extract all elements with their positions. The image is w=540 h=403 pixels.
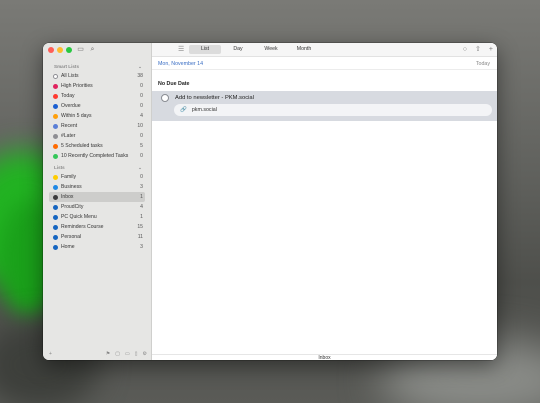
- sidebar-item-all-lists[interactable]: All Lists 38: [49, 71, 145, 81]
- chevron-down-icon[interactable]: ⌄: [138, 165, 142, 171]
- gear-icon[interactable]: ⚙: [143, 351, 147, 357]
- sidebar-toggle-icon[interactable]: ▭: [76, 45, 85, 54]
- task-url[interactable]: pkm.social: [192, 107, 217, 113]
- view-tabs: List Day Week Month: [189, 45, 321, 54]
- window-controls: [48, 47, 72, 53]
- sidebar-item-home[interactable]: Home 3: [49, 242, 145, 252]
- minimize-button[interactable]: [57, 47, 63, 53]
- calendar-icon: [53, 113, 58, 119]
- filter-icon[interactable]: ⚑: [106, 351, 110, 357]
- sidebar-item-proudcity[interactable]: ProudCity 4: [49, 202, 145, 212]
- list-color-icon: [53, 174, 58, 180]
- tab-month[interactable]: Month: [288, 45, 320, 54]
- list-color-icon: [53, 234, 58, 240]
- sidebar-item-recent[interactable]: Recent 10: [49, 121, 145, 131]
- lists-header[interactable]: Lists ⌄: [54, 165, 142, 171]
- calendar-icon: [53, 93, 58, 99]
- status-bar: Inbox: [152, 354, 497, 360]
- sidebar-item-later[interactable]: #Later 0: [49, 131, 145, 141]
- sidebar-item-overdue[interactable]: Overdue 0: [49, 101, 145, 111]
- today-button[interactable]: Today: [476, 61, 490, 67]
- sidebar-item-today[interactable]: Today 0: [49, 91, 145, 101]
- toolbar: ☰ List Day Week Month ○ ⇧ +: [152, 43, 497, 57]
- sidebar-footer: + ⚑ ▢ ▭ ▯ ⚙: [49, 351, 147, 357]
- inbox-icon: [53, 194, 58, 200]
- current-date: Mon, November 14: [158, 61, 204, 67]
- zoom-button[interactable]: [66, 47, 72, 53]
- share-icon[interactable]: ⇧: [475, 45, 481, 54]
- sidebar-item-scheduled-tasks[interactable]: 5 Scheduled tasks 5: [49, 141, 145, 151]
- tab-day[interactable]: Day: [222, 45, 254, 54]
- section-title: No Due Date: [158, 81, 190, 87]
- sidebar-item-business[interactable]: Business 3: [49, 182, 145, 192]
- task-url-field[interactable]: 🔗 pkm.social: [174, 104, 492, 116]
- list-color-icon: [53, 184, 58, 190]
- link-icon: 🔗: [180, 107, 187, 113]
- tab-list[interactable]: List: [189, 45, 221, 54]
- schedule-icon: [53, 143, 58, 149]
- sidebar-item-pc-quick-menu[interactable]: PC Quick Menu 1: [49, 212, 145, 222]
- list-color-icon: [53, 214, 58, 220]
- search-icon[interactable]: ⌕: [88, 45, 97, 54]
- layout-icon[interactable]: ▯: [135, 351, 138, 357]
- footer-toolbar: ⚑ ▢ ▭ ▯ ⚙: [106, 351, 147, 357]
- calendar-icon[interactable]: ▢: [115, 351, 120, 357]
- menu-icon[interactable]: ☰: [178, 45, 184, 53]
- sidebar: ▭ ⌕ Smart Lists ⌄ All Lists 38 High Priori…: [43, 43, 152, 360]
- task-title[interactable]: Add to newsletter - PKM.social: [175, 95, 254, 101]
- checkmark-icon: [53, 153, 58, 159]
- archive-icon[interactable]: ▭: [125, 351, 130, 357]
- add-list-button[interactable]: +: [49, 351, 52, 357]
- history-icon: [53, 123, 58, 129]
- checkmark-icon: [53, 73, 58, 79]
- sidebar-item-personal[interactable]: Personal 11: [49, 232, 145, 242]
- sidebar-item-within-5-days[interactable]: Within 5 days 4: [49, 111, 145, 121]
- sidebar-item-family[interactable]: Family 0: [49, 172, 145, 182]
- sidebar-item-inbox[interactable]: Inbox 1: [49, 192, 145, 202]
- clock-icon: [53, 103, 58, 109]
- toolbar-actions: ○ ⇧ +: [463, 45, 493, 54]
- sidebar-item-reminders-course[interactable]: Reminders Course 15: [49, 222, 145, 232]
- date-bar: Mon, November 14 Today: [152, 57, 497, 70]
- sidebar-item-high-priorities[interactable]: High Priorities 0: [49, 81, 145, 91]
- circle-icon[interactable]: ○: [463, 45, 467, 54]
- tag-icon: [53, 133, 58, 139]
- chevron-down-icon[interactable]: ⌄: [138, 64, 142, 70]
- smart-lists-header[interactable]: Smart Lists ⌄: [54, 64, 142, 70]
- task-checkbox[interactable]: [161, 94, 169, 102]
- add-icon[interactable]: +: [489, 45, 493, 54]
- task-row[interactable]: Add to newsletter - PKM.social 🔗 pkm.soc…: [152, 91, 497, 121]
- main-pane: ☰ List Day Week Month ○ ⇧ + Mon, Novembe…: [152, 43, 497, 360]
- sidebar-item-recently-completed[interactable]: 10 Recently Completed Tasks 0: [49, 151, 145, 161]
- priority-icon: [53, 83, 58, 89]
- app-window: ▭ ⌕ Smart Lists ⌄ All Lists 38 High Priori…: [43, 43, 497, 360]
- list-color-icon: [53, 244, 58, 250]
- list-color-icon: [53, 224, 58, 230]
- list-color-icon: [53, 204, 58, 210]
- tab-week[interactable]: Week: [255, 45, 287, 54]
- close-button[interactable]: [48, 47, 54, 53]
